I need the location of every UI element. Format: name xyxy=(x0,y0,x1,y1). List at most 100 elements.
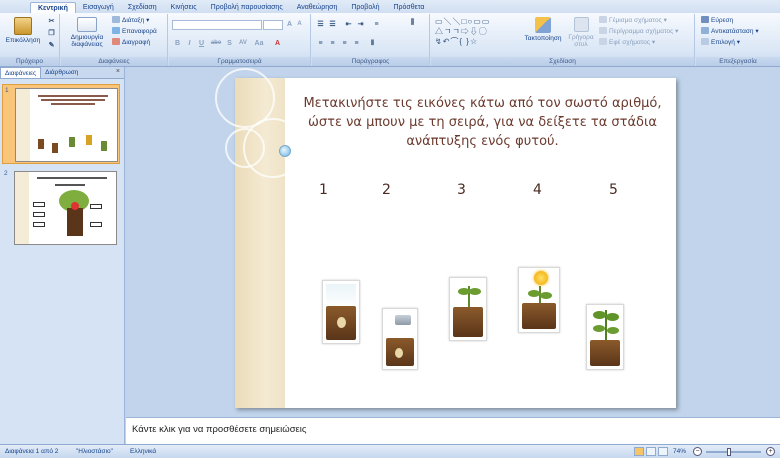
normal-view-icon[interactable] xyxy=(634,447,644,456)
char-spacing-button[interactable]: AV xyxy=(237,39,249,48)
number-label-4: 4 xyxy=(533,182,542,198)
new-slide-button[interactable]: Δημιουργία διαφάνειας xyxy=(64,17,110,48)
grow-font-button[interactable]: A xyxy=(285,20,294,29)
number-label-3: 3 xyxy=(457,182,466,198)
text-direction-icon[interactable]: ⫼ xyxy=(408,18,417,27)
bold-button[interactable]: B xyxy=(173,39,182,48)
tab-addins[interactable]: Πρόσθετα xyxy=(386,2,431,13)
plant-image-watering[interactable] xyxy=(382,308,418,370)
close-pane-icon[interactable]: × xyxy=(116,68,120,75)
zoom-level[interactable]: 74% xyxy=(673,448,686,455)
decrease-indent-icon[interactable]: ⇤ xyxy=(344,20,353,29)
theme-name: "Ηλιοστάσιο" xyxy=(76,448,113,455)
increase-indent-icon[interactable]: ⇥ xyxy=(356,20,365,29)
group-paragraph: ☰ ☰ ⇤ ⇥ ≡ ⫼ ≡ ≡ ≡ ≡ ⫴ Παράγραφος xyxy=(312,14,430,66)
zoom-slider-handle[interactable] xyxy=(727,448,731,456)
columns-icon[interactable]: ⫴ xyxy=(368,39,377,48)
select-button[interactable]: Επιλογή ▾ xyxy=(701,38,740,47)
shadow-button[interactable]: S xyxy=(225,39,234,48)
slideshow-icon[interactable] xyxy=(658,447,668,456)
replace-button[interactable]: Αντικατάσταση ▾ xyxy=(701,27,759,36)
format-painter-icon[interactable]: ✎ xyxy=(47,41,56,50)
thumb-label-box xyxy=(33,202,45,207)
seed-icon xyxy=(395,348,403,358)
thumb-plant-image xyxy=(86,135,92,145)
tab-home[interactable]: Κεντρική xyxy=(30,2,76,13)
paint-bucket-icon xyxy=(599,16,607,23)
plant-image-sun[interactable] xyxy=(518,267,560,333)
bullets-icon[interactable]: ☰ xyxy=(316,20,325,29)
layout-icon xyxy=(112,16,120,23)
watering-can-icon xyxy=(395,315,411,325)
font-color-icon[interactable]: A xyxy=(273,39,282,48)
cut-icon[interactable]: ✂ xyxy=(47,17,56,26)
slide-sorter-icon[interactable] xyxy=(646,447,656,456)
find-button[interactable]: Εύρεση xyxy=(701,16,733,25)
justify-icon[interactable]: ≡ xyxy=(352,39,361,48)
number-label-2: 2 xyxy=(382,182,391,198)
shape-outline-button[interactable]: Περίγραμμα σχήματος ▾ xyxy=(599,27,678,36)
align-right-icon[interactable]: ≡ xyxy=(340,39,349,48)
arrange-icon xyxy=(535,17,551,33)
tab-design[interactable]: Σχεδίαση xyxy=(121,2,164,13)
slide-counter: Διαφάνεια 1 από 2 xyxy=(5,448,59,455)
arrange-button[interactable]: Τακτοποίηση xyxy=(521,17,565,42)
tab-slides[interactable]: Διαφάνειες xyxy=(0,67,42,78)
align-center-icon[interactable]: ≡ xyxy=(328,39,337,48)
numbering-icon[interactable]: ☰ xyxy=(328,20,337,29)
seed-icon xyxy=(337,317,346,328)
thumb-text-line xyxy=(37,177,107,179)
font-name-combo[interactable] xyxy=(172,20,262,30)
replace-icon xyxy=(701,27,709,34)
slides-group-label: Διαφάνειες xyxy=(61,57,167,66)
strikethrough-button[interactable]: abe xyxy=(209,39,223,48)
copy-icon[interactable]: ❐ xyxy=(47,29,56,38)
group-drawing: ▭＼＼□○▭▭ △ㄱㄱ⇨⇩◯ ↯↶⌒{ }☆ Τακτοποίηση Γρήγορα… xyxy=(431,14,695,66)
underline-button[interactable]: U xyxy=(197,39,206,48)
quick-styles-button[interactable]: Γρήγορα στυλ xyxy=(565,17,597,48)
change-case-button[interactable]: Aa xyxy=(253,39,265,48)
plant-image-grown[interactable] xyxy=(586,304,624,370)
quick-styles-label: Γρήγορα στυλ xyxy=(568,34,594,48)
zoom-out-button[interactable]: − xyxy=(693,447,702,456)
shape-fill-button[interactable]: Γέμισμα σχήματος ▾ xyxy=(599,16,667,25)
plant-image-seed[interactable] xyxy=(322,280,360,344)
tab-slide-show[interactable]: Προβολή παρουσίασης xyxy=(204,2,290,13)
zoom-in-button[interactable]: + xyxy=(766,447,775,456)
slides-pane: Διαφάνειες Διάρθρωση × 1 2 xyxy=(0,67,125,444)
tab-review[interactable]: Αναθεώρηση xyxy=(290,2,345,13)
leaf-icon xyxy=(593,311,606,319)
tab-outline[interactable]: Διάρθρωση xyxy=(41,67,82,78)
shape-effects-button[interactable]: Εφέ σχήματος ▾ xyxy=(599,38,655,47)
slide-thumbnail-2[interactable]: 2 xyxy=(2,168,120,248)
leaf-icon xyxy=(528,290,540,297)
thumb-sidebar xyxy=(16,89,30,161)
slide-thumbnail-1[interactable]: 1 xyxy=(2,84,120,164)
notes-pane[interactable]: Κάντε κλικ για να προσθέσετε σημειώσεις xyxy=(126,417,780,444)
zoom-slider[interactable] xyxy=(706,451,761,453)
paste-label: Επικόλληση xyxy=(5,37,41,44)
quick-styles-icon xyxy=(573,17,589,32)
line-spacing-icon[interactable]: ≡ xyxy=(372,20,381,29)
font-size-combo[interactable] xyxy=(263,20,283,30)
cursor-icon xyxy=(701,38,709,45)
slide-title[interactable]: Μετακινήστε τις εικόνες κάτω από τον σωσ… xyxy=(295,94,670,151)
shrink-font-button[interactable]: A xyxy=(295,20,304,29)
layout-label: Διάταξη xyxy=(122,17,145,24)
shapes-gallery[interactable]: ▭＼＼□○▭▭ △ㄱㄱ⇨⇩◯ ↯↶⌒{ }☆ xyxy=(435,17,515,47)
tab-animations[interactable]: Κινήσεις xyxy=(164,2,204,13)
layout-button[interactable]: Διάταξη ▾ xyxy=(112,16,149,25)
italic-button[interactable]: I xyxy=(185,39,194,48)
slide[interactable]: Μετακινήστε τις εικόνες κάτω από τον σωσ… xyxy=(215,68,676,408)
leaf-icon xyxy=(607,327,619,334)
language-indicator[interactable]: Ελληνικά xyxy=(130,448,156,455)
group-clipboard: Επικόλληση ✂ ❐ ✎ Πρόχειρο xyxy=(0,14,60,66)
plant-image-sprout[interactable] xyxy=(449,277,487,341)
tab-view[interactable]: Προβολή xyxy=(344,2,386,13)
align-left-icon[interactable]: ≡ xyxy=(316,39,325,48)
tab-insert[interactable]: Εισαγωγή xyxy=(76,2,121,13)
reset-button[interactable]: Επαναφορά xyxy=(112,27,157,36)
delete-label: Διαγραφή xyxy=(122,39,151,46)
paste-button[interactable]: Επικόλληση xyxy=(3,17,43,44)
delete-slide-button[interactable]: Διαγραφή xyxy=(112,38,150,47)
